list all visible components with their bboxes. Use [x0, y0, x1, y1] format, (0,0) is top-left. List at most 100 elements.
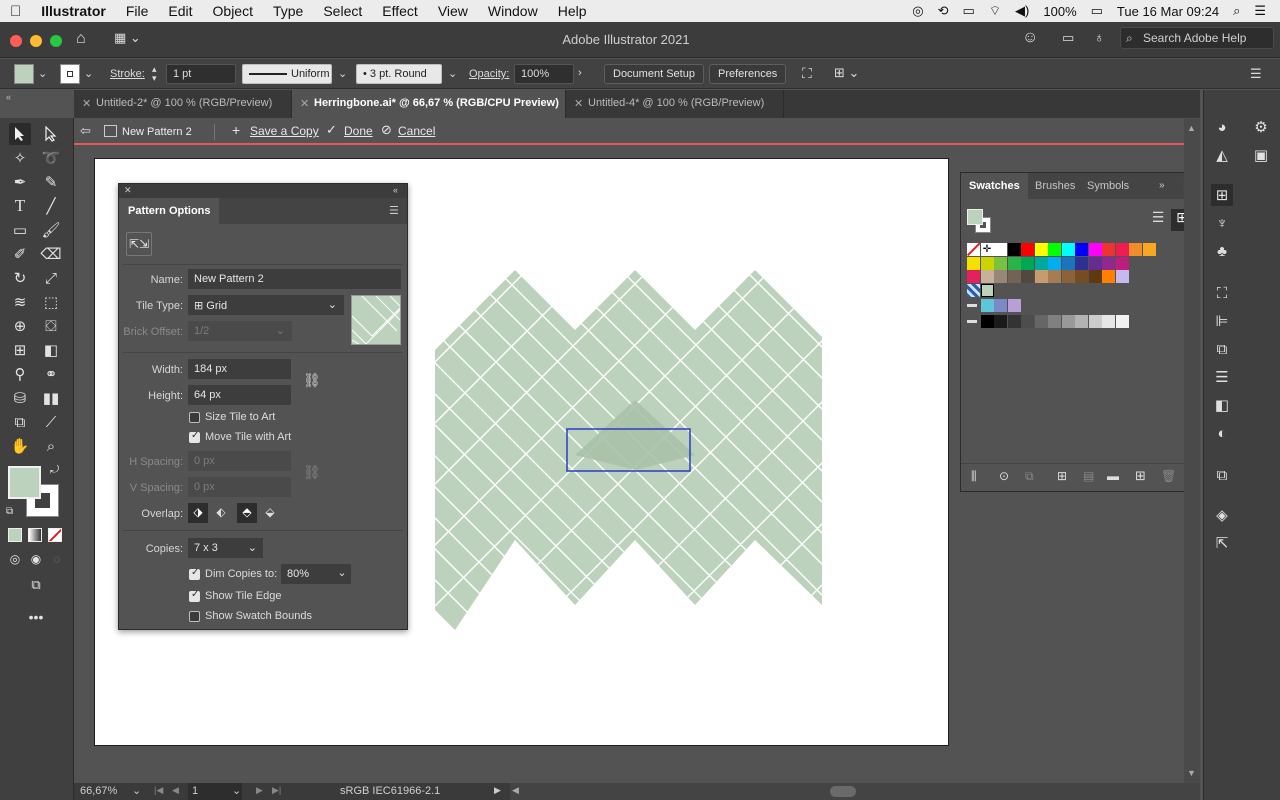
color-group-folder-icon[interactable]: ▬ — [967, 299, 980, 312]
swatch-color[interactable] — [1102, 270, 1115, 283]
swatch-color[interactable] — [1088, 270, 1102, 283]
fill-color-swatch[interactable] — [14, 64, 34, 84]
new-swatch-icon[interactable]: ⊞ — [1135, 468, 1146, 484]
dim-copies-field[interactable]: 80% — [281, 564, 333, 584]
color-guide-icon[interactable]: ◕ — [1211, 116, 1233, 138]
constrain-proportions-link-icon[interactable]: ⛓ — [303, 372, 321, 389]
status-menu-arrow-icon[interactable]: ▶ — [494, 785, 501, 796]
screen-mode-icon[interactable]: ⧉ — [25, 574, 47, 596]
swatch-grey[interactable] — [1061, 314, 1075, 328]
pathfinder-panel-icon[interactable]: ⧉ — [1211, 338, 1233, 360]
paintbrush-tool-icon[interactable]: 🖌 — [40, 219, 62, 241]
hand-tool-icon[interactable]: ✋ — [9, 435, 31, 457]
collapse-tools-icon[interactable]: « — [6, 92, 11, 102]
swatch-grey[interactable] — [1007, 314, 1021, 328]
slice-tool-icon[interactable]: ⟋ — [40, 411, 62, 433]
swatch-pattern[interactable] — [967, 283, 980, 297]
spotlight-icon[interactable]: ⌕ — [1233, 3, 1240, 19]
discover-lightbulb-icon[interactable]: ♁ — [1094, 29, 1105, 45]
collapse-panel-icon[interactable]: « — [393, 185, 398, 195]
swatch-color[interactable] — [980, 256, 994, 270]
swatch-color[interactable] — [1061, 270, 1075, 283]
menu-view[interactable]: View — [428, 3, 478, 19]
stroke-weight-field[interactable]: 1 pt — [166, 64, 236, 84]
shape-builder-tool-icon[interactable]: ⊕ — [9, 315, 31, 337]
control-bar-menu-icon[interactable]: ☰ — [1250, 66, 1262, 82]
lasso-tool-icon[interactable]: ➰ — [40, 147, 62, 169]
swatch-color[interactable] — [1075, 256, 1088, 270]
export-panel-icon[interactable]: ⧉ — [1211, 464, 1233, 486]
arrange-documents-icon[interactable]: ▭ — [1062, 30, 1074, 46]
swatch-color[interactable] — [1115, 256, 1129, 270]
swatch-color[interactable] — [980, 299, 994, 312]
swatch-color[interactable] — [1115, 270, 1129, 283]
move-tile-with-art-label[interactable]: Move Tile with Art — [205, 431, 291, 443]
volume-icon[interactable]: ◀) — [1015, 3, 1029, 19]
stroke-label[interactable]: Stroke: — [110, 68, 145, 80]
creative-cloud-icon[interactable]: ◎ — [912, 3, 923, 19]
swatch-color[interactable] — [1007, 299, 1021, 312]
swatch-color[interactable] — [1034, 256, 1048, 270]
copies-dropdown[interactable]: 7 x 3 ⌄ — [188, 538, 263, 558]
size-tile-to-art-label[interactable]: Size Tile to Art — [205, 411, 275, 423]
swatch-list-icon[interactable]: ▤ — [1083, 469, 1094, 483]
scale-tool-icon[interactable]: ⤢ — [40, 267, 62, 289]
line-segment-tool-icon[interactable]: ╱ — [40, 195, 62, 217]
draw-behind-icon[interactable]: ◉ — [25, 548, 47, 570]
new-color-group-icon[interactable]: ▬ — [1107, 469, 1119, 483]
swatch-grey[interactable] — [1075, 314, 1088, 328]
swatches-panel-icon[interactable]: ⊞ — [1211, 184, 1233, 206]
tile-type-dropdown[interactable]: ⊞ Grid ⌄ — [188, 295, 344, 315]
swatch-color[interactable] — [1088, 243, 1102, 256]
airplay-icon[interactable]: ▭ — [963, 3, 975, 19]
selection-tool-icon[interactable] — [9, 123, 31, 145]
show-tile-edge-label[interactable]: Show Tile Edge — [205, 590, 281, 602]
close-tab-icon[interactable]: ✕ — [300, 97, 309, 110]
align-options-icon[interactable]: ⊞ ⌄ — [834, 65, 859, 81]
herringbone-pattern-art[interactable] — [420, 255, 840, 645]
swatch-color[interactable] — [994, 243, 1007, 256]
pattern-tile-tool-button[interactable]: ⇱⇲ — [126, 232, 152, 256]
swatch-color[interactable] — [967, 270, 980, 283]
direct-selection-tool-icon[interactable] — [40, 123, 62, 145]
gradient-dock-icon[interactable]: ◧ — [1211, 394, 1233, 416]
swatch-color[interactable] — [1048, 243, 1061, 256]
control-center-icon[interactable]: ☰ — [1254, 3, 1266, 19]
transform-icon[interactable]: ⛶ — [802, 65, 812, 82]
scroll-left-icon[interactable]: ◀ — [512, 785, 519, 796]
symbols-panel-icon[interactable]: ♣ — [1211, 240, 1233, 262]
show-tile-edge-checkbox[interactable] — [189, 589, 200, 602]
symbol-sprayer-tool-icon[interactable]: ⛁ — [9, 387, 31, 409]
close-panel-icon[interactable]: ✕ — [124, 185, 132, 196]
apple-menu-icon[interactable]:  — [0, 3, 31, 20]
size-tile-to-art-checkbox[interactable] — [189, 412, 200, 423]
zoom-tool-icon[interactable]: ⌕ — [40, 435, 62, 457]
scroll-up-icon[interactable]: ▲ — [1187, 123, 1196, 133]
fill-dropdown-chevron-icon[interactable]: ⌄ — [38, 67, 47, 80]
properties-icon[interactable]: ⚙ — [1250, 116, 1272, 138]
align-panel-icon[interactable]: ⊫ — [1211, 310, 1233, 332]
swatch-color[interactable] — [1102, 256, 1115, 270]
overlap-left-in-front-button[interactable]: ⬗ — [188, 503, 208, 523]
swatch-color[interactable] — [1021, 270, 1034, 283]
curvature-tool-icon[interactable]: ✎ — [40, 171, 62, 193]
search-adobe-help-input[interactable]: Search Adobe Help — [1120, 27, 1274, 49]
list-view-icon[interactable]: ☰ — [1147, 209, 1169, 231]
save-a-copy-link[interactable]: Save a Copy — [250, 124, 319, 138]
clock[interactable]: Tue 16 Mar 09:24 — [1117, 4, 1219, 19]
tab-herringbone[interactable]: ✕ Herringbone.ai* @ 66,67 % (RGB/CPU Pre… — [292, 90, 566, 118]
swatch-color[interactable] — [994, 270, 1007, 283]
tab-untitled-4[interactable]: ✕ Untitled-4* @ 100 % (RGB/Preview) — [566, 90, 784, 118]
next-artboard-icon[interactable]: ▶ — [256, 785, 263, 796]
swatch-color[interactable] — [1129, 243, 1142, 256]
pattern-name-field[interactable]: New Pattern 2 — [188, 269, 401, 289]
swatch-color[interactable] — [1142, 243, 1156, 256]
swatch-libraries-icon[interactable]: ⫼ — [971, 469, 977, 484]
color-group-icon[interactable]: ⊞ — [1057, 469, 1067, 483]
swap-fill-stroke-icon[interactable]: ⤾ — [50, 464, 59, 477]
swatch-grey[interactable] — [1088, 314, 1102, 328]
swatch-color[interactable] — [1034, 243, 1048, 256]
gradient-mode-icon[interactable] — [28, 528, 42, 542]
tab-untitled-2[interactable]: ✕ Untitled-2* @ 100 % (RGB/Preview) — [74, 90, 292, 118]
done-link[interactable]: Done — [344, 124, 373, 138]
